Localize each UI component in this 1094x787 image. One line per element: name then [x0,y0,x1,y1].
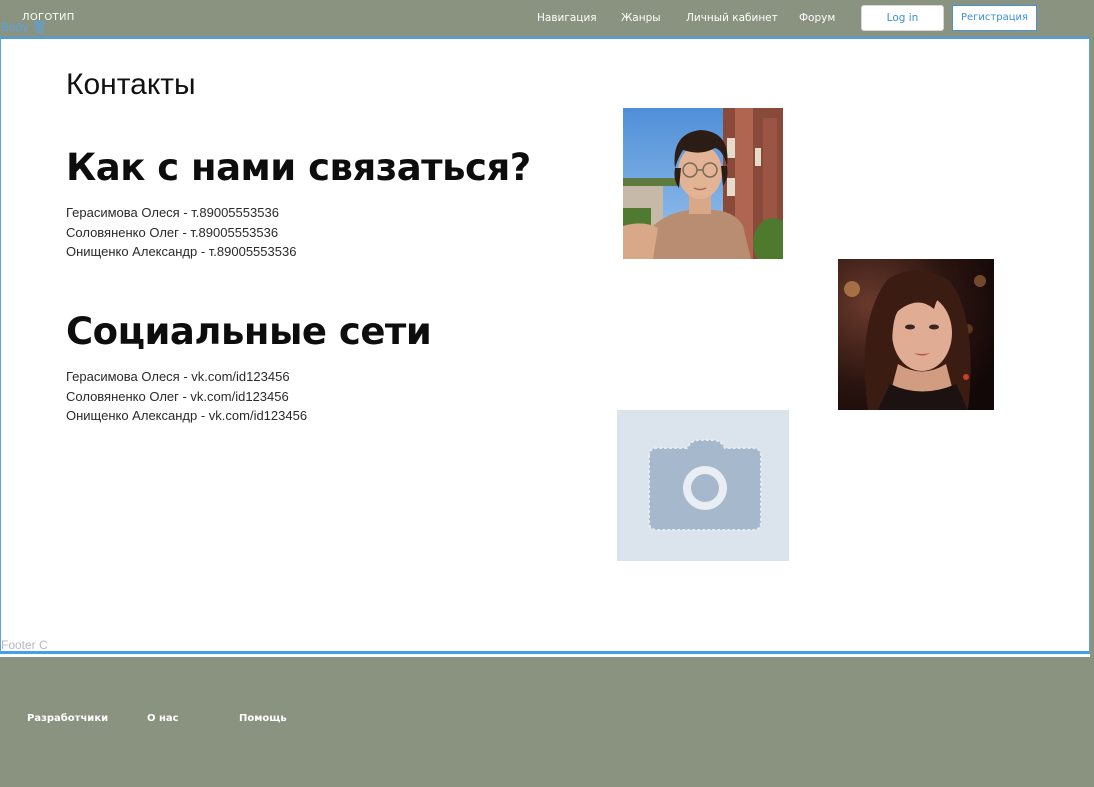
footer: Разработчики О нас Помощь [0,657,1094,787]
page-title: Контакты [66,68,196,101]
nav-item-forum[interactable]: Форум [799,12,835,24]
social-heading: Социальные сети [66,310,432,353]
team-photo-woman [838,259,994,410]
footer-frame-label: Footer C [1,638,48,652]
social-item: Соловяненко Олег - vk.com/id123456 [66,388,289,404]
contacts-heading: Как с нами связаться? [66,146,531,189]
nav-item-account[interactable]: Личный кабинет [686,12,778,24]
nav-item-genres[interactable]: Жанры [621,12,661,24]
right-edge-strip [1090,0,1094,787]
nav-item-navigation[interactable]: Навигация [537,12,597,24]
header: ЛОГОТИП Навигация Жанры Личный кабинет Ф… [0,0,1094,37]
body-frame-label: Body 🗑 [1,20,47,34]
login-button[interactable]: Log in [861,5,944,31]
footer-link-about[interactable]: О нас [147,713,179,724]
footer-link-developers[interactable]: Разработчики [27,713,108,724]
social-item: Онищенко Александр - vk.com/id123456 [66,408,308,423]
team-photo-man [623,108,783,259]
contacts-list: Герасимова Олеся - т.89005553536 Соловян… [66,203,296,262]
contact-item: Онищенко Александр - т.89005553536 [66,244,297,259]
social-list: Герасимова Олеся - vk.com/id123456 Солов… [66,367,307,426]
social-item: Герасимова Олеся - vk.com/id123456 [66,369,290,384]
register-button[interactable]: Регистрация [952,5,1037,31]
contact-item: Соловяненко Олег - т.89005553536 [66,224,279,240]
camera-placeholder-icon [617,410,789,561]
contact-item: Герасимова Олеся - т.89005553536 [66,205,279,220]
footer-link-help[interactable]: Помощь [239,713,287,724]
